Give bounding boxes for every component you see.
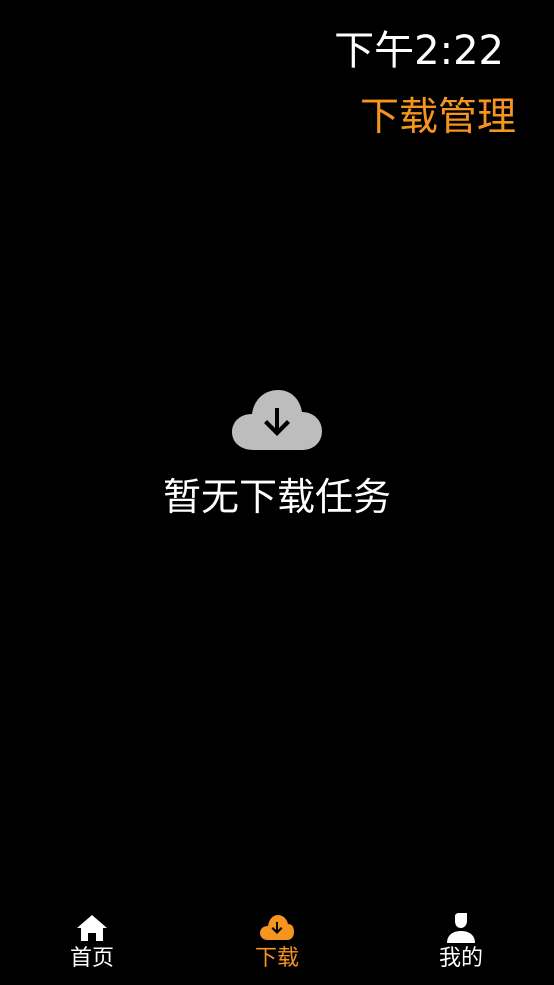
user-icon bbox=[447, 913, 475, 943]
empty-state-message: 暂无下载任务 bbox=[162, 475, 391, 519]
page-title: 下载管理 bbox=[359, 95, 516, 140]
nav-item-download-label: 下载 bbox=[254, 946, 299, 971]
home-icon bbox=[77, 915, 107, 941]
bottom-navigation: 首页 下载 我的 bbox=[0, 905, 554, 985]
nav-item-download[interactable]: 下载 bbox=[217, 913, 337, 979]
nav-item-home-label: 首页 bbox=[69, 946, 114, 971]
cloud-download-icon bbox=[232, 390, 322, 450]
cloud-download-icon bbox=[260, 915, 294, 940]
nav-item-home[interactable]: 首页 bbox=[32, 913, 152, 979]
nav-item-mine[interactable]: 我的 bbox=[401, 913, 521, 979]
nav-item-mine-label: 我的 bbox=[438, 946, 483, 971]
status-bar-time: 下午2:22 bbox=[334, 28, 504, 74]
empty-state: 暂无下载任务 bbox=[0, 388, 554, 522]
download-manager-screen: 下午2:22 下载管理 暂无下载任务 首页 下载 我的 bbox=[0, 0, 554, 985]
